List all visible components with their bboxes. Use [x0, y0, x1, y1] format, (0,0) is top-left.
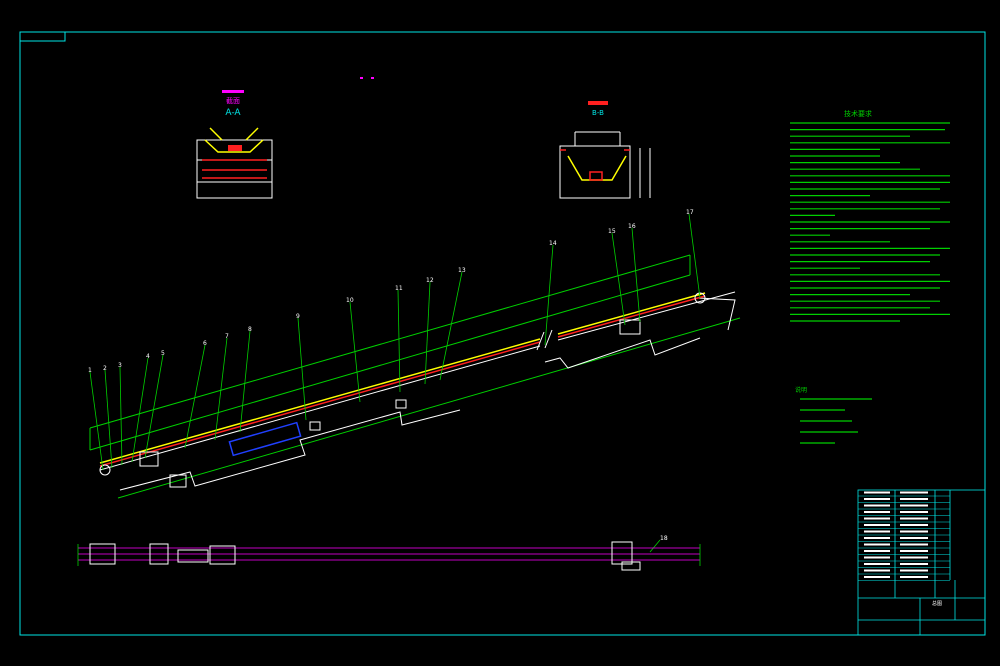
section-a-a-view: 截面 A-A: [196, 90, 273, 199]
title-block-label: 总图: [932, 600, 942, 607]
title-block: 总图: [857, 489, 986, 636]
tech-requirements-title: 技术要求: [844, 109, 872, 118]
title-block-cell-text: [864, 524, 890, 526]
tech-requirements-block: 技术要求: [790, 109, 950, 322]
balloon-2: 2: [103, 365, 107, 372]
title-block-cell-text: [900, 504, 928, 507]
title-block-cell-text: [864, 569, 890, 572]
balloon-4: 4: [146, 353, 150, 360]
title-block-cell-text: [900, 524, 928, 526]
title-block-cell-text: [900, 537, 928, 539]
balloon-11: 11: [395, 285, 403, 292]
balloon-8: 8: [248, 326, 252, 333]
balloon-17: 17: [686, 209, 694, 216]
notes-block: 说明: [795, 386, 872, 444]
title-block-cell-text: [864, 517, 890, 520]
section-label-b-b: B-B: [592, 109, 604, 117]
title-block-cell-text: [864, 550, 890, 552]
title-block-cell-text: [864, 530, 890, 533]
title-block-cell-text: [900, 491, 928, 494]
balloon-13: 13: [458, 267, 466, 274]
balloon-10: 10: [346, 297, 354, 304]
balloon-12: 12: [426, 277, 434, 284]
balloon-3: 3: [118, 362, 122, 369]
notes-title: 说明: [795, 386, 807, 394]
balloon-1: 1: [88, 367, 92, 374]
title-block-cell-text: [900, 543, 928, 546]
title-block-cell-text: [900, 576, 928, 578]
title-block-cell-text: [900, 569, 928, 572]
balloon-18: 18: [660, 535, 668, 542]
title-block-cell-text: [864, 537, 890, 539]
title-block-cell-text: [864, 556, 890, 559]
title-block-cell-text: [900, 556, 928, 559]
title-block-cell-text: [900, 550, 928, 552]
title-block-cell-text: [900, 530, 928, 533]
section-b-b-view: B-B: [559, 101, 651, 199]
title-block-cell-text: [900, 517, 928, 520]
conveyor-plan-view: [77, 541, 701, 571]
cad-drawing-canvas: 截面 A-A B-B 1 2 3 4 5 6 7 8 9 10 11 12 13…: [19, 31, 986, 636]
title-block-cell-text: [900, 498, 928, 500]
title-block-cell-text: [900, 511, 928, 513]
balloon-7: 7: [225, 333, 229, 340]
balloon-16: 16: [628, 223, 636, 230]
balloon-5: 5: [161, 350, 165, 357]
conveyor-elevation-view: 1 2 3 4 5 6 7 8 9 10 11 12 13 14 15 16 1…: [88, 209, 741, 553]
section-label-a-a: A-A: [225, 108, 241, 118]
title-block-cell-text: [864, 498, 890, 500]
title-block-cell-text: [864, 543, 890, 546]
section-title: 截面: [226, 96, 240, 105]
title-block-cell-text: [864, 504, 890, 507]
top-marker: [360, 77, 374, 79]
balloon-9: 9: [296, 313, 300, 320]
balloon-14: 14: [549, 240, 557, 247]
title-block-cell-text: [864, 563, 890, 565]
balloon-6: 6: [203, 340, 207, 347]
title-block-cell-text: [864, 511, 890, 513]
title-block-cell-text: [864, 491, 890, 494]
title-block-cell-text: [864, 576, 890, 578]
balloon-15: 15: [608, 228, 616, 235]
title-block-cell-text: [900, 563, 928, 565]
